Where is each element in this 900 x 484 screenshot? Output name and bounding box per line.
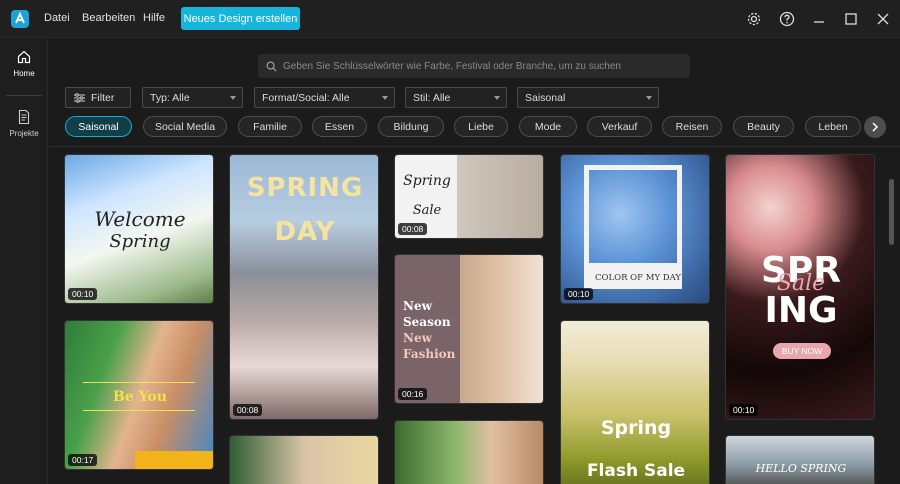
duration-badge: 00:10 — [729, 404, 759, 416]
card-title-line1: Spring — [403, 173, 451, 189]
category-chip[interactable]: Leben — [805, 116, 861, 137]
template-card-spring-sale-big[interactable]: SPR ING Sale BUY NOW 00:10 — [725, 154, 875, 420]
search-icon — [266, 61, 277, 71]
category-chip[interactable]: Social Media — [143, 116, 227, 137]
type-dropdown-value: Typ: Alle — [150, 91, 190, 104]
filter-sliders-icon — [74, 92, 85, 103]
menu-edit[interactable]: Bearbeiten — [82, 12, 135, 24]
duration-badge: 00:10 — [68, 288, 98, 300]
card-title-line2: Flash Sale — [586, 461, 686, 481]
template-card-flash-sale[interactable]: Spring Flash Sale — [560, 320, 710, 484]
chevron-down-icon — [382, 96, 388, 100]
search-box[interactable] — [258, 54, 690, 78]
card-title-line1: SPRING — [246, 173, 364, 203]
document-icon — [18, 109, 30, 125]
template-card-be-you[interactable]: Be You 00:17 — [64, 320, 214, 470]
template-card-color-of-my-day[interactable]: COLOR OF MY DAY 00:10 — [560, 154, 710, 304]
card-title: COLOR OF MY DAY — [595, 273, 681, 283]
chevron-right-icon — [872, 122, 879, 132]
template-card-spring-sale[interactable]: Spring Sale 00:08 — [394, 154, 544, 239]
card-title: Be You — [113, 389, 167, 405]
card-title-line3: New — [403, 331, 432, 345]
sidebar-divider — [6, 95, 42, 96]
format-dropdown[interactable]: Format/Social: Alle — [254, 87, 395, 108]
card-buy-now-badge: BUY NOW — [773, 343, 831, 359]
chevron-down-icon — [646, 96, 652, 100]
category-chips: Saisonal Social Media Familie Essen Bild… — [65, 116, 895, 138]
help-icon[interactable] — [777, 9, 797, 29]
template-card-new-season[interactable]: New Season New Fashion 00:16 — [394, 254, 544, 404]
polaroid-frame — [584, 165, 682, 289]
card-title: HELLO SPRING — [755, 462, 847, 475]
category-chip[interactable]: Verkauf — [587, 116, 652, 137]
maximize-icon[interactable] — [841, 9, 861, 29]
search-input[interactable] — [283, 60, 683, 72]
new-design-button[interactable]: Neues Design erstellen — [181, 7, 300, 30]
duration-badge: 00:08 — [398, 223, 428, 235]
categories-next-button[interactable] — [864, 116, 886, 138]
scrollbar-thumb[interactable] — [889, 179, 894, 245]
category-chip[interactable]: Familie — [238, 116, 302, 137]
close-icon[interactable] — [873, 9, 893, 29]
sidebar: Home Projekte — [0, 39, 48, 484]
card-decor-line — [83, 382, 195, 383]
category-chip[interactable]: Beauty — [733, 116, 794, 137]
style-dropdown-value: Stil: Alle — [413, 91, 451, 104]
title-bar: Datei Bearbeiten Hilfe Neues Design erst… — [0, 0, 900, 38]
card-title-line2: DAY — [274, 217, 336, 247]
chevron-down-icon — [494, 96, 500, 100]
card-title-line1: Welcome — [94, 207, 186, 231]
type-dropdown[interactable]: Typ: Alle — [142, 87, 243, 108]
main-area: Filter Typ: Alle Format/Social: Alle Sti… — [49, 39, 900, 484]
category-chip[interactable]: Liebe — [454, 116, 508, 137]
category-chip[interactable]: Essen — [312, 116, 367, 137]
menu-file[interactable]: Datei — [44, 12, 70, 24]
category-chip[interactable]: Bildung — [378, 116, 444, 137]
card-title-line2: Season — [403, 315, 451, 329]
template-card-welcome-spring[interactable]: Welcome Spring 00:10 — [64, 154, 214, 304]
category-chip[interactable]: Reisen — [662, 116, 722, 137]
home-icon — [17, 50, 31, 64]
card-title-line1: Spring — [600, 417, 672, 439]
template-card-portrait[interactable] — [394, 420, 544, 484]
template-card-family[interactable] — [229, 435, 379, 484]
season-dropdown-value: Saisonal — [525, 91, 566, 104]
style-dropdown[interactable]: Stil: Alle — [405, 87, 507, 108]
card-decor-shirt — [135, 451, 213, 469]
minimize-icon[interactable] — [809, 9, 829, 29]
card-decor-line — [83, 410, 195, 411]
duration-badge: 00:16 — [398, 388, 428, 400]
category-chip[interactable]: Mode — [519, 116, 577, 137]
menu-help[interactable]: Hilfe — [143, 12, 165, 24]
filter-label: Filter — [91, 91, 115, 104]
sidebar-item-home[interactable]: Home — [0, 49, 48, 78]
template-card-spring-day[interactable]: SPRING DAY 00:08 — [229, 154, 379, 420]
settings-gear-icon[interactable] — [744, 9, 764, 29]
card-title-line2: ING — [764, 290, 838, 331]
filter-button[interactable]: Filter — [65, 87, 131, 108]
toolbar-divider — [49, 146, 900, 147]
card-title-line2: Spring — [109, 231, 171, 252]
app-logo-icon — [11, 10, 29, 28]
category-chip[interactable]: Saisonal — [65, 116, 132, 137]
card-title-line2: Sale — [412, 203, 442, 218]
card-script: Sale — [776, 271, 826, 296]
card-title-line4: Fashion — [403, 347, 456, 361]
template-card-hello-spring[interactable]: HELLO SPRING — [725, 435, 875, 484]
format-dropdown-value: Format/Social: Alle — [262, 91, 350, 104]
season-dropdown[interactable]: Saisonal — [517, 87, 659, 108]
sidebar-item-projects[interactable]: Projekte — [0, 109, 48, 138]
chevron-down-icon — [230, 96, 236, 100]
duration-badge: 00:17 — [68, 454, 98, 466]
sidebar-home-label: Home — [13, 69, 35, 78]
sidebar-projects-label: Projekte — [9, 129, 39, 138]
duration-badge: 00:10 — [564, 288, 594, 300]
duration-badge: 00:08 — [233, 404, 263, 416]
card-title-line1: New — [403, 299, 432, 313]
